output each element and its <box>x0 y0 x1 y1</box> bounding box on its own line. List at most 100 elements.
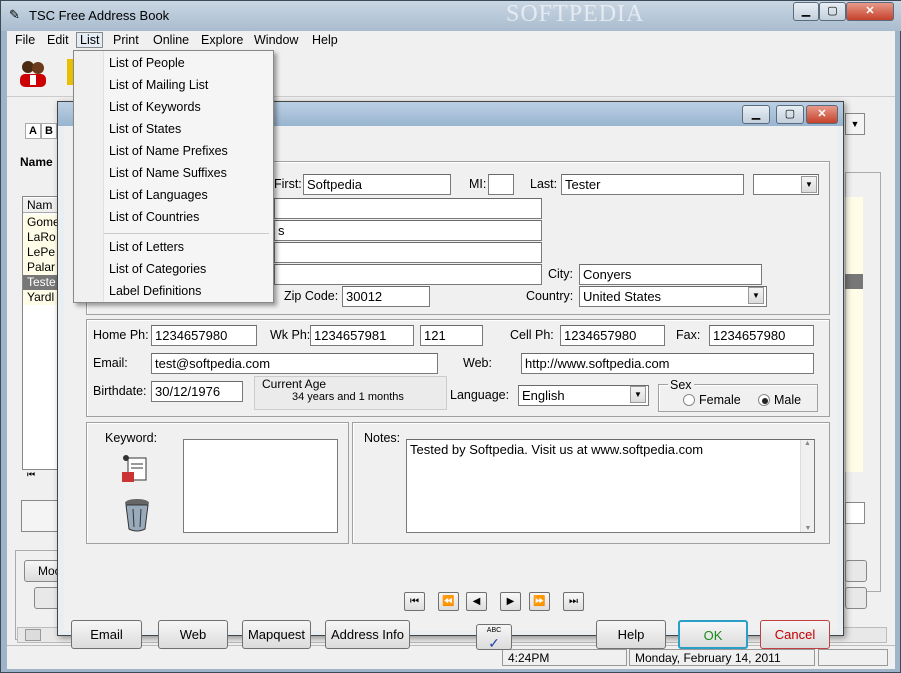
spell-check-label: ABC <box>486 627 502 634</box>
birthdate-field[interactable]: 30/12/1976 <box>151 381 243 402</box>
previous-page-button[interactable]: ⏪ <box>438 592 459 611</box>
menu-print[interactable]: Print <box>110 33 142 47</box>
menu-edit[interactable]: Edit <box>44 33 72 47</box>
country-dropdown-chevron-icon[interactable]: ▼ <box>748 287 764 304</box>
first-record-button[interactable]: ⏮ <box>404 592 425 611</box>
bg-input-right[interactable] <box>845 502 865 524</box>
address-line-1-field[interactable] <box>274 198 542 219</box>
bg-button-right-2[interactable] <box>845 587 867 609</box>
dialog-minimize-button[interactable]: ▁ <box>742 105 770 124</box>
dialog-close-button[interactable]: ✕ <box>806 105 838 124</box>
last-name-label: Last: <box>530 177 558 191</box>
chevron-down-icon[interactable]: ▼ <box>801 176 817 193</box>
address-line-4-field[interactable] <box>274 264 542 285</box>
status-extra <box>818 649 888 666</box>
scrollbar-thumb[interactable] <box>25 629 41 641</box>
notes-scrollbar[interactable]: ▲ ▼ <box>800 440 814 532</box>
menu-file[interactable]: File <box>12 33 38 47</box>
first-name-label: First: <box>274 177 302 191</box>
country-combo[interactable]: United States <box>579 286 767 307</box>
suffix-combo[interactable]: ▼ <box>753 174 819 195</box>
next-record-button[interactable]: ▶ <box>500 592 521 611</box>
fax-field[interactable]: 1234657980 <box>709 325 814 346</box>
menu-item-list-of-mailing-list[interactable]: List of Mailing List <box>109 78 208 92</box>
language-dropdown-chevron-icon[interactable]: ▼ <box>630 386 646 403</box>
work-phone-ext-field[interactable]: 121 <box>420 325 483 346</box>
email-button[interactable]: Email <box>71 620 142 649</box>
ok-button[interactable]: OK <box>678 620 748 649</box>
female-radio[interactable] <box>683 394 695 406</box>
menu-item-list-of-name-suffixes[interactable]: List of Name Suffixes <box>109 166 227 180</box>
menu-item-list-of-name-prefixes[interactable]: List of Name Prefixes <box>109 144 228 158</box>
people-icon[interactable] <box>17 57 49 89</box>
email-field[interactable]: test@softpedia.com <box>151 353 438 374</box>
checkmark-icon: ✓ <box>488 635 500 651</box>
previous-record-button[interactable]: ◀ <box>466 592 487 611</box>
menu-explore[interactable]: Explore <box>198 33 246 47</box>
next-page-button[interactable]: ⏩ <box>529 592 550 611</box>
menu-help[interactable]: Help <box>309 33 341 47</box>
city-field[interactable]: Conyers <box>579 264 762 285</box>
work-phone-label: Wk Ph: <box>270 328 311 342</box>
address-info-button[interactable]: Address Info <box>325 620 410 649</box>
mi-label: MI: <box>469 177 487 191</box>
menu-item-list-of-countries[interactable]: List of Countries <box>109 210 199 224</box>
bg-button-right-1[interactable] <box>845 560 867 582</box>
menu-item-list-of-categories[interactable]: List of Categories <box>109 262 206 276</box>
fax-label: Fax: <box>676 328 701 342</box>
home-phone-field[interactable]: 1234657980 <box>151 325 257 346</box>
mi-field[interactable] <box>488 174 514 195</box>
name-header: Name <box>20 155 53 169</box>
zip-code-label: Zip Code: <box>284 289 339 303</box>
menu-item-list-of-people[interactable]: List of People <box>109 56 185 70</box>
menu-online[interactable]: Online <box>150 33 192 47</box>
first-name-field[interactable]: Softpedia <box>303 174 451 195</box>
softpedia-watermark: SOFTPEDIA <box>506 1 645 27</box>
keyword-list[interactable] <box>183 439 338 533</box>
notes-label: Notes: <box>364 431 401 445</box>
language-label: Language: <box>450 388 510 402</box>
status-date: Monday, February 14, 2011 <box>629 649 815 666</box>
work-phone-field[interactable]: 1234657981 <box>310 325 414 346</box>
mapquest-button[interactable]: Mapquest <box>242 620 311 649</box>
trash-icon[interactable] <box>121 497 153 533</box>
male-radio[interactable] <box>758 394 770 406</box>
menu-item-list-of-letters[interactable]: List of Letters <box>109 240 184 254</box>
dropdown-arrow-right[interactable]: ▼ <box>845 113 865 135</box>
people-list: Nam Gome LaRo LePe Palar Teste Yardl ⏮ <box>22 196 73 479</box>
menu-separator <box>104 233 269 234</box>
menu-item-label-definitions[interactable]: Label Definitions <box>109 284 201 298</box>
spell-check-button[interactable]: ABC ✓ <box>476 624 512 650</box>
address-line-2-field[interactable]: s <box>274 220 542 241</box>
menu-list[interactable]: List <box>76 32 104 48</box>
window-title: TSC Free Address Book <box>29 8 170 23</box>
keyword-label: Keyword: <box>105 431 158 445</box>
menu-window[interactable]: Window <box>251 33 301 47</box>
menu-item-list-of-keywords[interactable]: List of Keywords <box>109 100 201 114</box>
web-button[interactable]: Web <box>158 620 228 649</box>
web-label: Web: <box>463 356 492 370</box>
web-field[interactable]: http://www.softpedia.com <box>521 353 814 374</box>
help-button[interactable]: Help <box>596 620 666 649</box>
alpha-tab-a[interactable]: A <box>25 123 41 139</box>
last-name-field[interactable]: Tester <box>561 174 744 195</box>
notes-field[interactable]: Tested by Softpedia. Visit us at www.sof… <box>406 439 815 533</box>
cell-phone-field[interactable]: 1234657980 <box>560 325 665 346</box>
list-menu-dropdown: List of People List of Mailing List List… <box>73 50 274 303</box>
list-first-record-icon[interactable]: ⏮ <box>27 469 35 480</box>
add-keyword-icon[interactable] <box>118 452 152 486</box>
background-list-right <box>845 197 863 472</box>
menu-item-list-of-states[interactable]: List of States <box>109 122 181 136</box>
current-age-value: 34 years and 1 months <box>292 391 404 403</box>
zip-code-field[interactable]: 30012 <box>342 286 430 307</box>
dialog-maximize-button[interactable]: ▢ <box>776 105 804 124</box>
address-line-3-field[interactable] <box>274 242 542 263</box>
maximize-button[interactable]: ▢ <box>819 2 846 21</box>
minimize-button[interactable]: ▁ <box>793 2 819 21</box>
menu-item-list-of-languages[interactable]: List of Languages <box>109 188 208 202</box>
close-button[interactable]: ✕ <box>846 2 894 21</box>
country-label: Country: <box>526 289 574 303</box>
cancel-button[interactable]: Cancel <box>760 620 830 649</box>
last-record-button[interactable]: ⏭ <box>563 592 584 611</box>
alpha-tab-b[interactable]: B <box>41 123 57 139</box>
